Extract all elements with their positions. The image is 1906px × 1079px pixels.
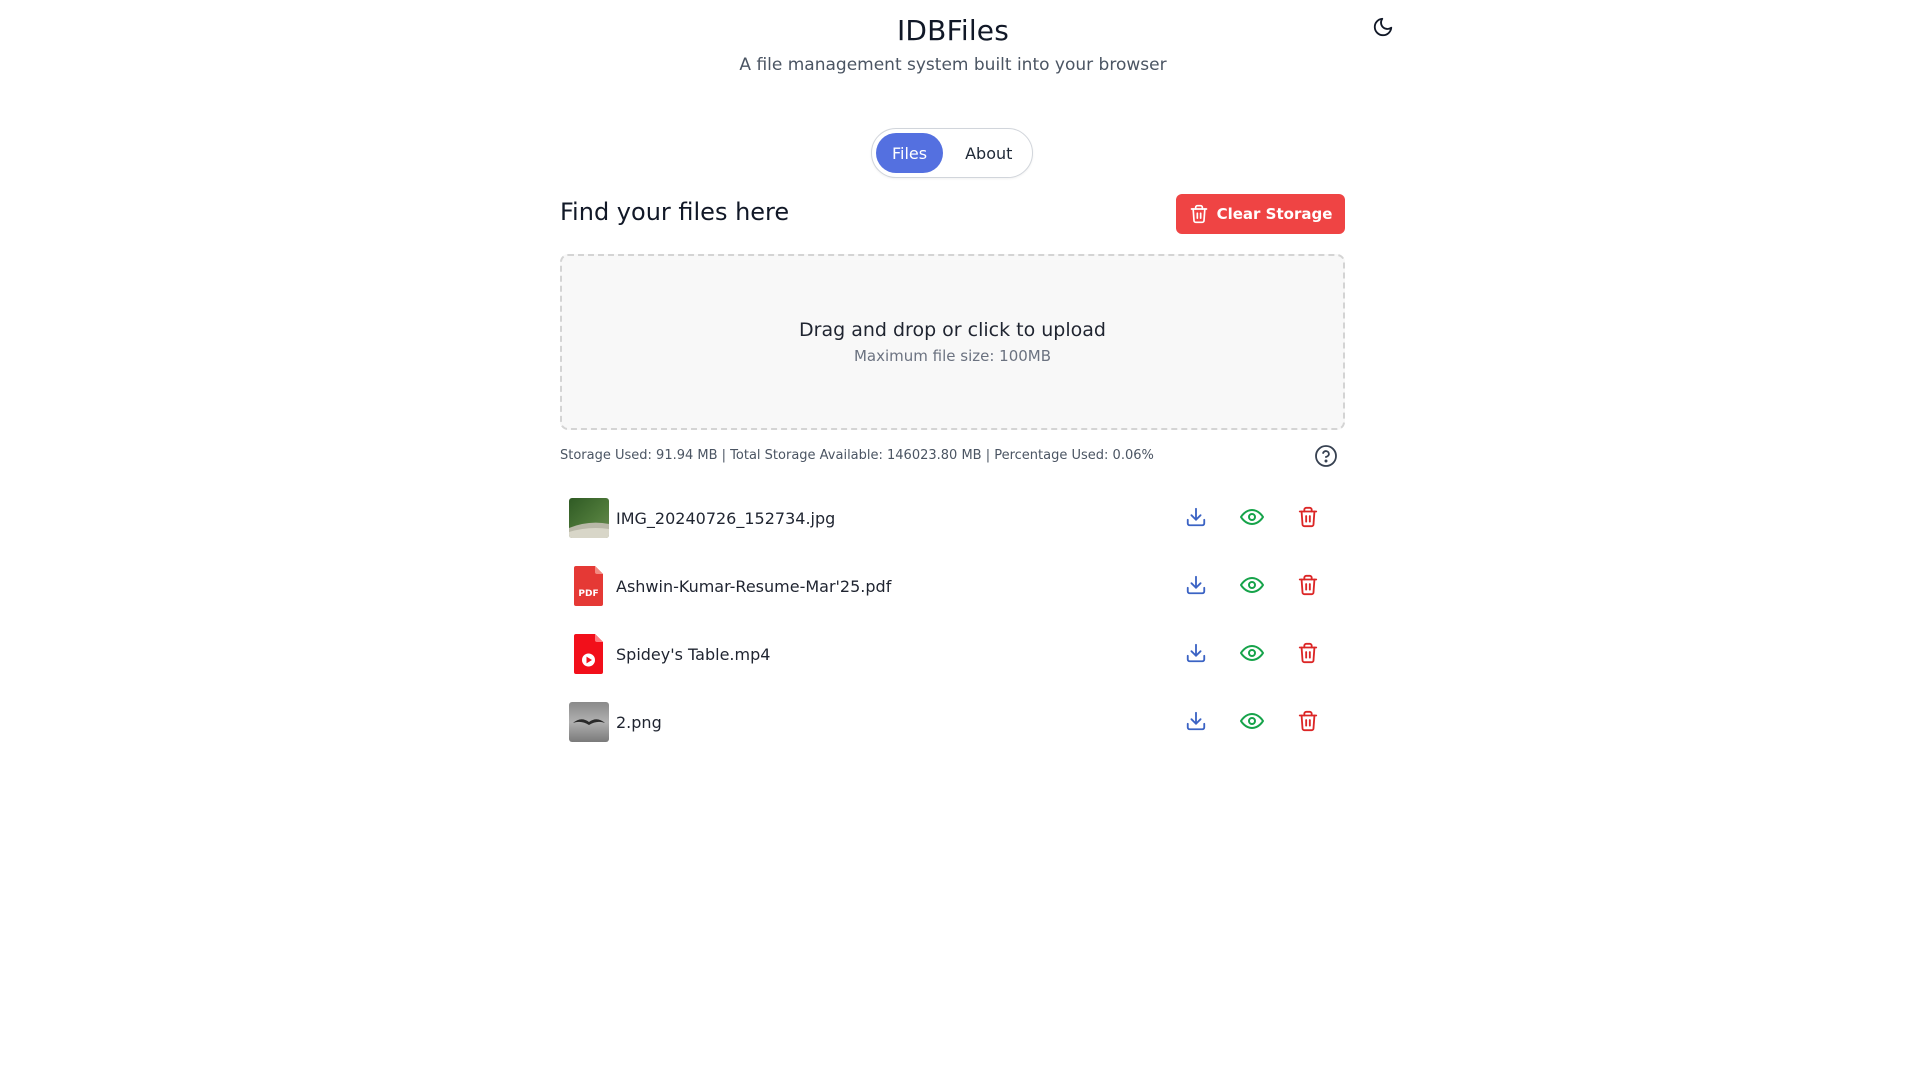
file-actions <box>1183 708 1321 734</box>
video-icon <box>569 634 609 674</box>
file-actions <box>1183 572 1321 598</box>
tab-switcher: Files About <box>871 128 1034 178</box>
file-list: IMG_20240726_152734.jpg PDF Ashwin-Kumar… <box>560 488 1345 760</box>
trash-icon <box>1298 574 1318 596</box>
eye-icon <box>1240 713 1264 729</box>
trash-icon <box>1298 506 1318 528</box>
tab-about[interactable]: About <box>949 133 1028 173</box>
view-button[interactable] <box>1239 504 1265 530</box>
image-thumbnail <box>569 498 609 538</box>
delete-button[interactable] <box>1295 504 1321 530</box>
page: IDBFiles A file management system built … <box>0 0 1906 1079</box>
pdf-label: PDF <box>578 589 598 599</box>
file-name[interactable]: 2.png <box>616 692 662 752</box>
upload-dropzone[interactable]: Drag and drop or click to upload Maximum… <box>560 254 1345 430</box>
download-button[interactable] <box>1183 504 1209 530</box>
download-icon <box>1186 643 1206 663</box>
clear-storage-label: Clear Storage <box>1216 205 1333 223</box>
file-name[interactable]: IMG_20240726_152734.jpg <box>616 488 835 548</box>
view-button[interactable] <box>1239 572 1265 598</box>
delete-button[interactable] <box>1295 640 1321 666</box>
app-subtitle: A file management system built into your… <box>739 55 1167 75</box>
app-title: IDBFiles <box>896 14 1010 47</box>
delete-button[interactable] <box>1295 572 1321 598</box>
storage-info: Storage Used: 91.94 MB | Total Storage A… <box>560 448 1154 463</box>
pdf-icon: PDF <box>569 566 609 606</box>
tab-files[interactable]: Files <box>876 133 944 173</box>
download-icon <box>1186 711 1206 731</box>
clear-storage-button[interactable]: Clear Storage <box>1176 194 1345 234</box>
file-row: IMG_20240726_152734.jpg <box>560 488 1345 556</box>
eye-icon <box>1240 577 1264 593</box>
header: IDBFiles A file management system built … <box>0 14 1906 75</box>
eye-icon <box>1240 645 1264 661</box>
download-button[interactable] <box>1183 708 1209 734</box>
image-thumbnail <box>569 702 609 742</box>
trash-icon <box>1190 204 1207 224</box>
view-button[interactable] <box>1239 640 1265 666</box>
section-title: Find your files here <box>560 198 790 226</box>
file-row: Spidey's Table.mp4 <box>560 624 1345 692</box>
dropzone-title: Drag and drop or click to upload <box>799 319 1106 341</box>
download-icon <box>1186 507 1206 527</box>
help-button[interactable] <box>1314 444 1338 468</box>
download-button[interactable] <box>1183 572 1209 598</box>
file-row: PDF Ashwin-Kumar-Resume-Mar'25.pdf <box>560 556 1345 624</box>
file-name[interactable]: Spidey's Table.mp4 <box>616 624 770 684</box>
view-button[interactable] <box>1239 708 1265 734</box>
file-actions <box>1183 640 1321 666</box>
trash-icon <box>1298 642 1318 664</box>
delete-button[interactable] <box>1295 708 1321 734</box>
download-icon <box>1186 575 1206 595</box>
file-row: 2.png <box>560 692 1345 760</box>
trash-icon <box>1298 710 1318 732</box>
file-name[interactable]: Ashwin-Kumar-Resume-Mar'25.pdf <box>616 556 891 616</box>
eye-icon <box>1240 509 1264 525</box>
dropzone-subtitle: Maximum file size: 100MB <box>853 347 1052 365</box>
file-actions <box>1183 504 1321 530</box>
download-button[interactable] <box>1183 640 1209 666</box>
question-circle-icon <box>1315 445 1337 467</box>
